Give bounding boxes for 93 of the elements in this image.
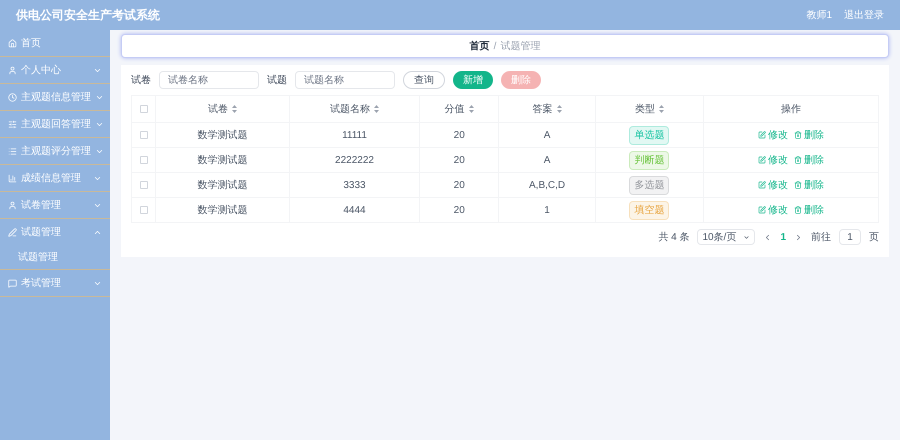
sidebar-item[interactable]: 试卷管理 (0, 192, 110, 218)
pencil-icon (8, 228, 17, 236)
page-number[interactable]: 1 (780, 230, 786, 244)
page-input[interactable]: 1 (839, 229, 861, 245)
message-icon (8, 278, 17, 288)
edit-icon (758, 131, 766, 139)
delete-link[interactable]: 删除 (794, 152, 824, 168)
type-tag: 多选题 (629, 176, 670, 194)
sidebar-item[interactable]: 主观题信息管理 (0, 84, 110, 110)
chevron-down-icon (743, 234, 750, 240)
breadcrumb-current: 试题管理 (500, 40, 540, 54)
chevron-right-icon (794, 232, 803, 242)
row-checkbox[interactable] (140, 131, 148, 139)
edit-icon (758, 156, 766, 164)
table-cell: 1 (498, 198, 596, 222)
delete-button[interactable]: 删除 (501, 71, 541, 89)
table-cell: A,B,C,D (498, 172, 596, 198)
select-all-checkbox[interactable] (140, 105, 148, 113)
user-name: 教师1 (806, 8, 832, 22)
edit-link[interactable]: 修改 (758, 178, 788, 192)
row-checkbox[interactable] (140, 206, 148, 214)
column-header[interactable]: 类型 (596, 96, 704, 122)
type-tag: 单选题 (629, 126, 670, 144)
table-cell: 20 (420, 122, 498, 148)
table-cell: 20 (420, 198, 498, 222)
search-field[interactable]: 试题名称 (295, 71, 395, 89)
edit-icon (758, 206, 766, 214)
sort-icon[interactable] (658, 104, 664, 113)
table-cell: A (498, 122, 596, 148)
edit-link[interactable]: 修改 (758, 202, 788, 218)
search-field[interactable]: 试卷名称 (159, 71, 259, 89)
field-label: 试题 (267, 74, 287, 88)
column-header[interactable]: 分值 (420, 96, 498, 122)
bar-chart-icon (8, 174, 17, 182)
table-cell: 数学测试题 (156, 172, 290, 198)
trash-icon (794, 181, 802, 189)
trash-icon (794, 131, 802, 139)
sidebar-subitem[interactable]: 试题管理 (0, 245, 110, 269)
edit-link[interactable]: 修改 (758, 152, 788, 168)
sliders-icon (8, 120, 17, 128)
row-checkbox[interactable] (140, 156, 148, 164)
goto-label: 前往 (811, 230, 831, 244)
sort-icon[interactable] (232, 104, 237, 113)
sidebar-item[interactable]: 主观题回答管理 (0, 111, 110, 137)
user-icon (8, 66, 17, 74)
edit-icon (758, 181, 766, 189)
app-title: 供电公司安全生产考试系统 (16, 7, 160, 24)
breadcrumb-separator: / (494, 40, 496, 54)
row-checkbox[interactable] (140, 181, 148, 189)
edit-link[interactable]: 修改 (758, 128, 788, 142)
table-cell: 数学测试题 (156, 198, 290, 222)
sidebar-item[interactable]: 考试管理 (0, 270, 110, 296)
user-icon (8, 200, 17, 210)
table-cell: 20 (420, 148, 498, 172)
delete-link[interactable]: 删除 (794, 202, 824, 218)
total-count: 共 4 条 (658, 230, 690, 244)
home-icon (8, 38, 17, 48)
clock-icon (8, 92, 17, 102)
next-page-button[interactable] (794, 232, 803, 242)
sidebar-item[interactable]: 个人中心 (0, 57, 110, 83)
column-header[interactable]: 答案 (498, 96, 596, 122)
table-cell: A (498, 148, 596, 172)
table-cell: 4444 (289, 198, 420, 222)
table-cell: 3333 (289, 172, 420, 198)
type-tag: 填空题 (629, 200, 670, 220)
table-cell: 2222222 (289, 148, 420, 172)
sidebar-item[interactable]: 试题管理 (0, 219, 110, 245)
list-icon (8, 146, 17, 156)
table-cell: 数学测试题 (156, 148, 290, 172)
page-suffix: 页 (869, 230, 879, 244)
page-size-select[interactable]: 10条/页 (697, 229, 756, 245)
sort-icon[interactable] (468, 104, 474, 113)
trash-icon (794, 156, 802, 164)
delete-link[interactable]: 删除 (794, 128, 824, 142)
field-label: 试卷 (131, 74, 151, 88)
sidebar-item[interactable]: 成绩信息管理 (0, 165, 110, 191)
table-cell: 数学测试题 (156, 122, 290, 148)
table-cell: 11111 (289, 122, 420, 148)
delete-link[interactable]: 删除 (794, 178, 824, 192)
sort-icon[interactable] (374, 104, 379, 113)
column-header[interactable]: 试题名称 (289, 96, 420, 122)
column-header[interactable]: 试卷 (156, 96, 290, 122)
type-tag: 判断题 (629, 150, 670, 170)
sidebar-item[interactable]: 主观题评分管理 (0, 138, 110, 164)
column-header: 操作 (703, 96, 878, 122)
logout-link[interactable]: 退出登录 (844, 8, 884, 22)
sidebar-item[interactable]: 首页 (0, 30, 110, 56)
query-button[interactable]: 查询 (403, 71, 445, 89)
sort-icon[interactable] (556, 104, 562, 113)
breadcrumb-link[interactable]: 首页 (470, 38, 490, 54)
table-cell: 20 (420, 172, 498, 198)
add-button[interactable]: 新增 (453, 71, 493, 89)
trash-icon (794, 206, 802, 214)
